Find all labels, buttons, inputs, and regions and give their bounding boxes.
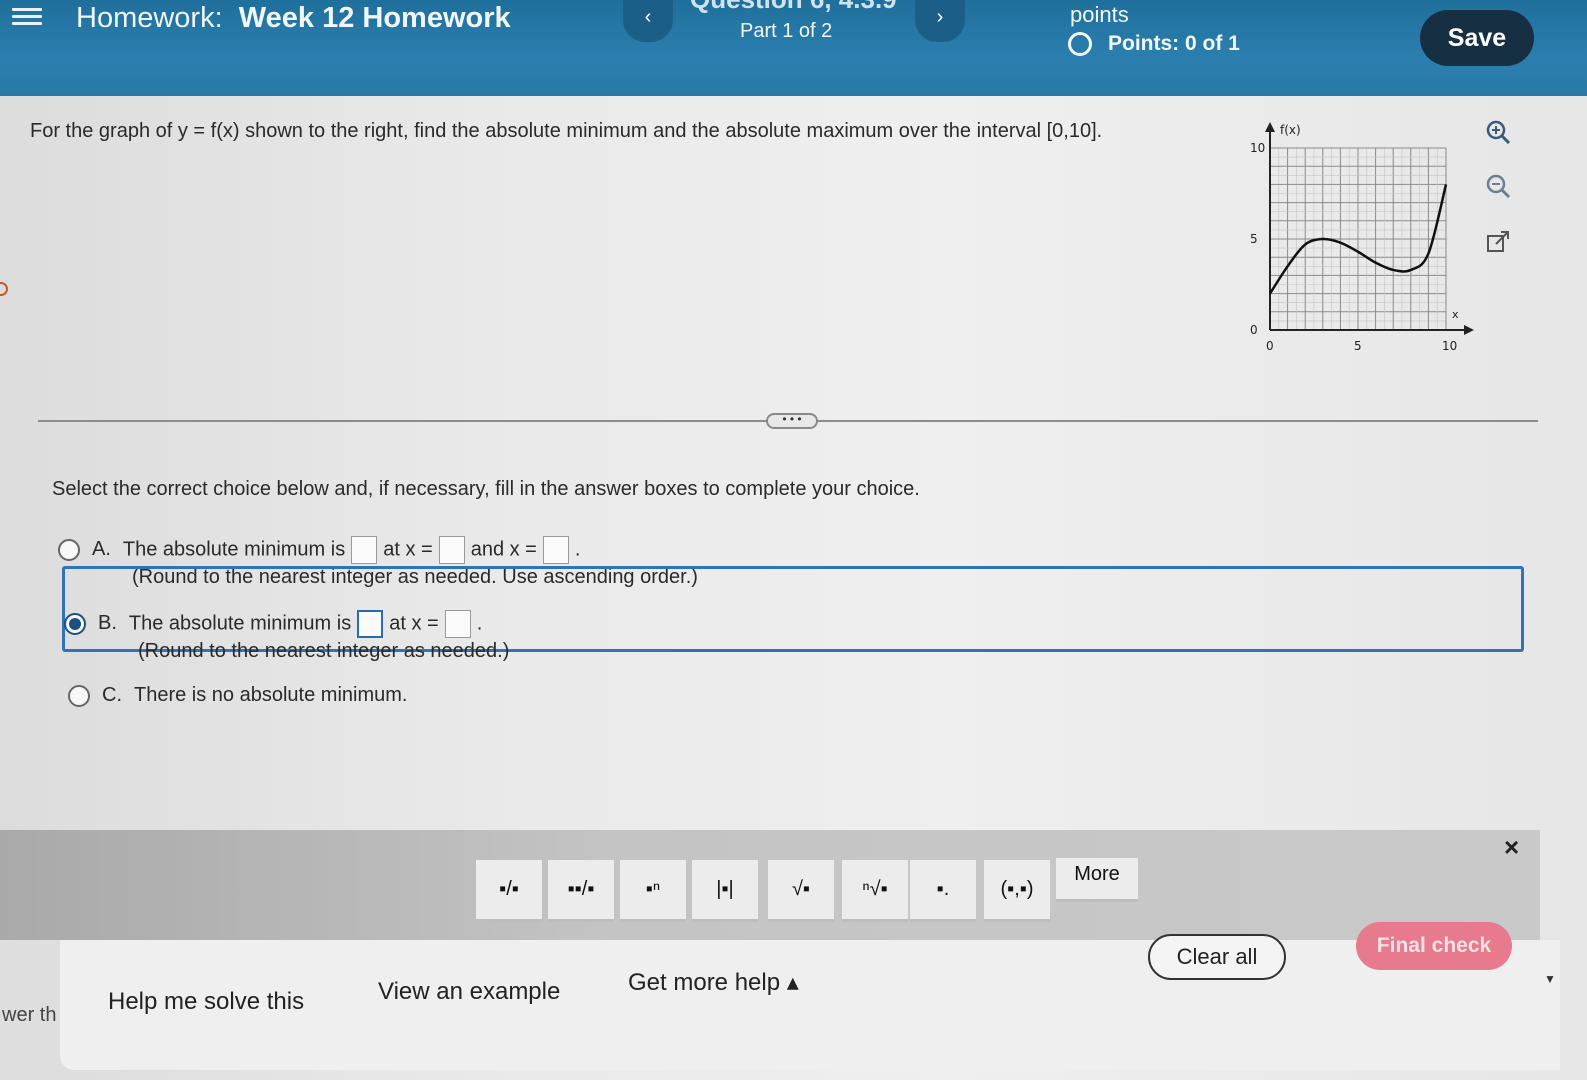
choice-c-letter: C. <box>102 684 122 706</box>
x-axis-label: x <box>1452 308 1459 321</box>
x-tick-label: 0 <box>1266 339 1274 353</box>
divider-handle[interactable]: • • • <box>766 413 818 429</box>
zoom-out-icon[interactable] <box>1484 172 1512 200</box>
palette-close-icon[interactable]: × <box>1504 832 1519 863</box>
points-circle-icon <box>1068 32 1092 56</box>
choice-a-min-box[interactable] <box>351 536 378 564</box>
ordered-pair-button[interactable]: (▪,▪) <box>984 860 1050 922</box>
popout-icon[interactable] <box>1484 228 1512 256</box>
points-label: points <box>1070 2 1129 27</box>
view-example-link[interactable]: View an example <box>378 978 560 1006</box>
zoom-in-icon[interactable] <box>1484 118 1512 146</box>
choice-b-hint: (Round to the nearest integer as needed.… <box>138 640 510 662</box>
choice-b-min-box[interactable] <box>357 610 384 638</box>
points-status: Points: 0 of 1 <box>1068 32 1240 56</box>
exponent-button[interactable]: ▪ⁿ <box>620 860 686 922</box>
choice-b-x-box[interactable] <box>444 610 471 638</box>
question-text: For the graph of y = f(x) shown to the r… <box>30 120 1103 142</box>
function-graph: f(x) x 10 5 00 5 10 <box>1250 122 1474 353</box>
y-axis-label: f(x) <box>1280 123 1301 137</box>
x-axis-arrow <box>1464 325 1474 335</box>
choice-a-period: . <box>574 538 581 561</box>
choice-a-x1-box[interactable] <box>438 536 465 564</box>
choice-a-letter: A. <box>92 538 111 561</box>
choice-a-text: The absolute minimum is <box>122 538 346 561</box>
nth-root-button[interactable]: ⁿ√▪ <box>842 860 908 922</box>
x-tick-label: 5 <box>1354 339 1362 353</box>
choice-a-x2-box[interactable] <box>542 536 569 564</box>
square-root-button[interactable]: √▪ <box>768 860 834 922</box>
instruction-text: Select the correct choice below and, if … <box>52 478 920 500</box>
mixed-number-button[interactable]: ▪▪/▪ <box>548 860 614 922</box>
cut-off-text: wer th <box>2 1004 57 1026</box>
y-axis-arrow <box>1265 122 1275 132</box>
choice-c-text: There is no absolute minimum. <box>134 684 408 706</box>
choice-b-period: . <box>476 612 483 635</box>
title-prefix: Homework: <box>76 2 223 34</box>
y-tick-label: 5 <box>1250 232 1258 246</box>
fraction-button[interactable]: ▪/▪ <box>476 860 542 922</box>
help-me-solve-link[interactable]: Help me solve this <box>108 988 304 1016</box>
choice-b-at-x: at x = <box>389 612 439 635</box>
decimal-button[interactable]: ▪. <box>910 860 976 922</box>
absolute-value-button[interactable]: |▪| <box>692 860 758 922</box>
part-label: Part 1 of 2 <box>740 20 833 42</box>
choice-b-letter: B. <box>98 612 117 635</box>
edge-mark <box>0 282 8 296</box>
choice-b-radio[interactable] <box>64 613 86 635</box>
menu-icon[interactable] <box>12 4 42 30</box>
scroll-down-icon[interactable]: ▼ <box>1544 972 1556 986</box>
choice-a[interactable]: A. The absolute minimum is at x = and x =. <box>58 536 580 564</box>
question-label: Question 6, 4.3.9 <box>690 0 897 15</box>
final-check-button[interactable]: Final check <box>1356 922 1512 970</box>
choice-a-at-x: at x = <box>383 538 433 561</box>
save-button[interactable]: Save <box>1420 10 1534 66</box>
get-more-help-link[interactable]: Get more help ▴ <box>628 968 799 997</box>
y-tick-label: 0 <box>1250 323 1258 337</box>
more-button[interactable]: More <box>1056 858 1138 902</box>
clear-all-button[interactable]: Clear all <box>1148 934 1286 980</box>
choice-a-radio[interactable] <box>58 539 80 561</box>
top-header: Homework: Week 12 Homework ‹ Question 6,… <box>0 0 1587 96</box>
y-tick-label: 10 <box>1250 141 1265 155</box>
next-question-button[interactable]: › <box>915 0 965 42</box>
homework-title: Homework: Week 12 Homework <box>76 2 511 35</box>
graph-grid <box>1269 147 1447 331</box>
points-value: Points: 0 of 1 <box>1108 32 1240 55</box>
x-tick-label: 10 <box>1442 339 1457 353</box>
choice-b-text: The absolute minimum is <box>128 612 352 635</box>
title-main: Week 12 Homework <box>238 2 511 34</box>
choice-a-and-x: and x = <box>470 538 537 561</box>
choice-c[interactable]: C. There is no absolute minimum. <box>68 684 407 707</box>
choice-b[interactable]: B. The absolute minimum is at x =. <box>64 610 482 638</box>
choice-c-radio[interactable] <box>68 684 90 707</box>
prev-question-button[interactable]: ‹ <box>623 0 673 42</box>
